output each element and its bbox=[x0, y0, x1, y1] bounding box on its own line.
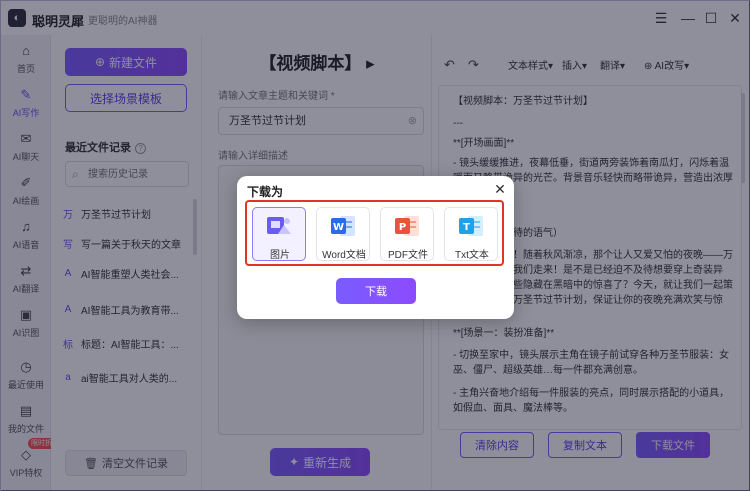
app-window: ◐ 聪明灵犀 更聪明的AI神器 ☰ — ☐ ✕ ⌂ 首页 ✎ AI写作 ✉ AI… bbox=[0, 0, 750, 491]
format-option-image[interactable]: 图片 bbox=[252, 207, 306, 261]
dialog-title: 下载为 bbox=[247, 185, 284, 199]
format-option-txt[interactable]: T Txt文本 bbox=[444, 207, 498, 261]
image-file-icon bbox=[267, 217, 291, 234]
pdf-badge-letter: P bbox=[399, 222, 406, 233]
txt-badge-letter: T bbox=[463, 222, 470, 233]
pdf-file-icon: P bbox=[395, 216, 419, 236]
format-option-label: PDF文件 bbox=[388, 250, 428, 261]
download-button[interactable]: 下载 bbox=[336, 278, 416, 304]
word-file-icon: W bbox=[331, 216, 355, 236]
format-option-pdf[interactable]: P PDF文件 bbox=[380, 207, 434, 261]
format-option-label: Txt文本 bbox=[455, 250, 489, 261]
word-badge-letter: W bbox=[333, 222, 344, 233]
format-option-label: Word文档 bbox=[322, 250, 366, 261]
close-icon[interactable]: ✕ bbox=[493, 181, 507, 198]
format-option-label: 图片 bbox=[270, 250, 290, 261]
download-dialog: 下载为 ✕ 图片 W Word文档 P PDF文件 T Txt文本 下载 bbox=[237, 176, 514, 319]
txt-file-icon: T bbox=[459, 216, 483, 236]
format-option-word[interactable]: W Word文档 bbox=[316, 207, 370, 261]
